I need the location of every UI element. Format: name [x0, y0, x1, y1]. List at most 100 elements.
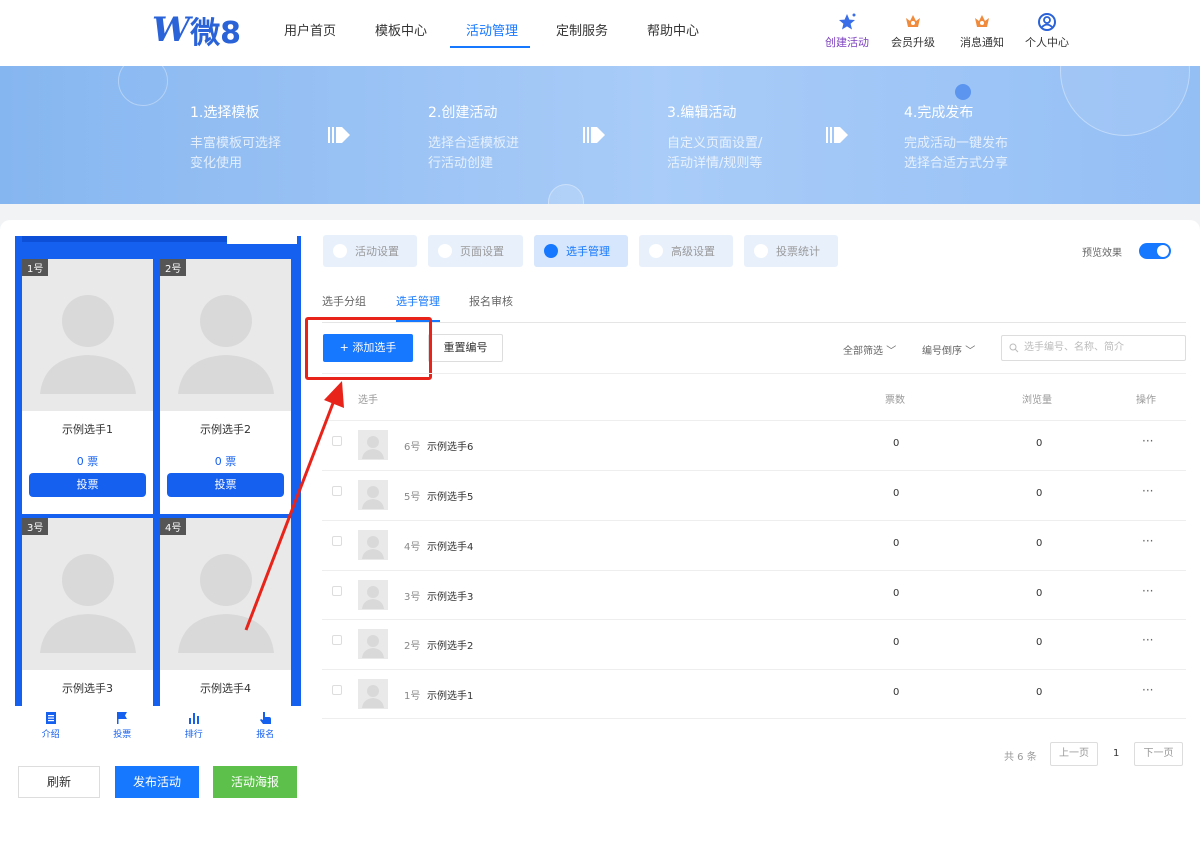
subtab-contestants[interactable]: 选手管理: [396, 293, 440, 309]
person-silhouette-icon: [362, 586, 384, 609]
step-3: 3.编辑活动 自定义页面设置/ 活动详情/规则等: [667, 105, 763, 171]
logo[interactable]: W 微8: [152, 10, 241, 51]
more-actions-icon[interactable]: ···: [1142, 683, 1153, 697]
user-icon: [1038, 13, 1056, 31]
crown-icon: [906, 15, 920, 27]
reset-numbering-button[interactable]: 重置编号: [428, 334, 503, 362]
step-1: 1.选择模板 丰富模板可选择 变化使用: [190, 105, 282, 171]
decor-dot: [955, 84, 971, 100]
vote-button[interactable]: 投票: [167, 473, 284, 497]
avatar: [160, 518, 291, 670]
activity-poster-button[interactable]: 活动海报: [213, 766, 297, 798]
publish-activity-button[interactable]: 发布活动: [115, 766, 199, 798]
pagination-total: 共 6 条: [1004, 752, 1037, 763]
person-silhouette-icon: [362, 635, 384, 658]
more-actions-icon[interactable]: ···: [1142, 633, 1153, 647]
nav-activity-management[interactable]: 活动管理: [466, 20, 518, 39]
tab-page-settings[interactable]: 页面设置: [428, 235, 523, 267]
tab-contestant-management[interactable]: 选手管理: [534, 235, 628, 267]
contestant-name: 示例选手3: [62, 682, 113, 695]
star-icon: [839, 13, 856, 30]
heart-icon: [333, 244, 347, 258]
advanced-icon: [649, 244, 663, 258]
avatar: [358, 580, 388, 610]
preview-contestant-card: 1号 示例选手1 0 票 投票: [22, 259, 153, 514]
hand-pointer-icon: [260, 712, 272, 724]
contestant-name: 示例选手2: [200, 423, 251, 436]
avatar: [358, 530, 388, 560]
create-activity-button[interactable]: 创建活动: [819, 12, 875, 50]
contestant-name: 示例选手4: [200, 682, 251, 695]
tab-advanced-settings[interactable]: 高级设置: [639, 235, 733, 267]
preview-contestant-card: 4号 示例选手4: [160, 518, 291, 706]
person-silhouette-icon: [362, 486, 384, 509]
notifications-button[interactable]: 消息通知: [954, 12, 1010, 50]
refresh-button[interactable]: 刷新: [18, 766, 100, 798]
tab-activity-settings[interactable]: 活动设置: [323, 235, 417, 267]
vote-button[interactable]: 投票: [29, 473, 146, 497]
steps-banner: 1.选择模板 丰富模板可选择 变化使用 2.创建活动 选择合适模板进 行活动创建…: [0, 66, 1200, 204]
mobile-nav-signup[interactable]: 报名: [240, 706, 290, 746]
nav-help[interactable]: 帮助中心: [647, 20, 699, 39]
contestant-votes: 0 票: [214, 455, 237, 468]
decor-bubble: [118, 66, 168, 106]
preview-toggle[interactable]: [1139, 243, 1171, 259]
preview-toggle-label: 预览效果: [1082, 248, 1122, 259]
mobile-nav-ranking[interactable]: 排行: [169, 706, 219, 746]
member-upgrade-button[interactable]: 会员升级: [885, 12, 941, 50]
next-page-button[interactable]: 下一页: [1134, 742, 1183, 766]
subtab-groups[interactable]: 选手分组: [322, 293, 366, 309]
prev-page-button[interactable]: 上一页: [1050, 742, 1098, 766]
row-checkbox[interactable]: [332, 685, 342, 695]
search-icon: [1009, 343, 1019, 353]
contestant-name: 示例选手1: [62, 423, 113, 436]
search-input[interactable]: 选手编号、名称、简介: [1001, 335, 1186, 361]
tab-vote-stats[interactable]: 投票统计: [744, 235, 838, 267]
avatar: [358, 679, 388, 709]
table-row: 1号 示例选手1 0 0 ···: [322, 669, 1186, 719]
more-actions-icon[interactable]: ···: [1142, 434, 1153, 448]
bell-icon: [975, 15, 989, 27]
person-silhouette-icon: [178, 554, 274, 653]
bar-chart-icon: [188, 713, 199, 724]
contestant-icon: [544, 244, 558, 258]
preview-contestant-card: 3号 示例选手3: [22, 518, 153, 706]
avatar: [160, 259, 291, 411]
row-checkbox[interactable]: [332, 486, 342, 496]
user-center-button[interactable]: 个人中心: [1019, 12, 1075, 50]
nav-home[interactable]: 用户首页: [284, 20, 336, 39]
row-checkbox[interactable]: [332, 586, 342, 596]
filter-all-dropdown[interactable]: 全部筛选 ﹀: [843, 342, 896, 357]
person-silhouette-icon: [40, 295, 136, 394]
top-header: W 微8 用户首页 模板中心 活动管理 定制服务 帮助中心 创建活动 会员升级 …: [0, 0, 1200, 66]
row-checkbox[interactable]: [332, 635, 342, 645]
table-row: 2号 示例选手2 0 0 ···: [322, 619, 1186, 669]
avatar: [358, 430, 388, 460]
mobile-nav-intro[interactable]: 介绍: [26, 706, 76, 746]
subtab-review[interactable]: 报名审核: [469, 293, 513, 309]
step-arrow-icon: [826, 127, 848, 143]
list-icon: [45, 712, 56, 724]
more-actions-icon[interactable]: ···: [1142, 484, 1153, 498]
preview-contestant-card: 2号 示例选手2 0 票 投票: [160, 259, 291, 514]
contestant-number-badge: 2号: [160, 259, 187, 276]
sort-dropdown[interactable]: 编号倒序 ﹀: [922, 342, 975, 357]
nav-custom-service[interactable]: 定制服务: [556, 20, 608, 39]
person-silhouette-icon: [362, 436, 384, 459]
decor-bubble: [1060, 66, 1190, 136]
current-page[interactable]: 1: [1113, 748, 1119, 759]
mobile-nav-vote[interactable]: 投票: [97, 706, 147, 746]
nav-templates[interactable]: 模板中心: [375, 20, 427, 39]
avatar: [22, 259, 153, 411]
highlight-box: [305, 317, 432, 380]
step-arrow-icon: [583, 127, 605, 143]
step-2: 2.创建活动 选择合适模板进 行活动创建: [428, 105, 520, 171]
avatar: [358, 480, 388, 510]
row-checkbox[interactable]: [332, 536, 342, 546]
row-checkbox[interactable]: [332, 436, 342, 446]
mobile-preview[interactable]: 1号 示例选手1 0 票 投票 2号 示例选手2 0 票 投票 3号 示例选手3…: [15, 236, 301, 706]
more-actions-icon[interactable]: ···: [1142, 584, 1153, 598]
step-arrow-icon: [328, 127, 350, 143]
chevron-down-icon: ﹀: [886, 346, 897, 357]
more-actions-icon[interactable]: ···: [1142, 534, 1153, 548]
